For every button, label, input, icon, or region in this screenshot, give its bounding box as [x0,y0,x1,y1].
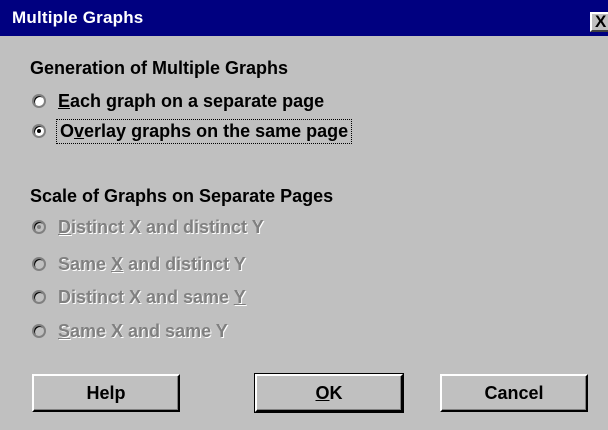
label-text-pre: Same [58,253,112,274]
scale-section-label: Scale of Graphs on Separate Pages [30,186,334,206]
radio-label-overlay-graphs: Overlay graphs on the same page [55,118,353,144]
radio-button-disabled-icon[interactable] [32,324,46,338]
label-text: erlay graphs on the same page [84,120,349,141]
label-text: ach graph on a separate page [70,90,325,111]
radio-each-graph-separate-page[interactable]: Each graph on a separate page [32,88,324,114]
hotkey-letter: Y [233,286,246,307]
radio-button-disabled-icon[interactable] [32,257,46,271]
hotkey-letter: S [58,320,71,341]
label-text-pre: O [60,120,75,141]
radio-label-same-x-same-y: Same X and same Y [58,321,228,342]
label-text: ame X and same Y [70,320,228,341]
multiple-graphs-dialog: Multiple Graphs X Generation of Multiple… [0,0,608,430]
label-text: and distinct Y [123,253,246,274]
hotkey-letter: E [58,90,71,111]
radio-distinct-x-distinct-y[interactable]: Distinct X and distinct Y [32,214,264,240]
close-glyph: X [595,12,607,31]
radio-label-distinct-x-same-y: Distinct X and same Y [58,287,246,308]
label-text: K [329,382,343,403]
radio-same-x-distinct-y[interactable]: Same X and distinct Y [32,251,246,277]
radio-label-same-x-distinct-y: Same X and distinct Y [58,254,246,275]
title-bar[interactable]: Multiple Graphs X [0,0,608,36]
radio-same-x-same-y[interactable]: Same X and same Y [32,318,228,344]
close-icon[interactable]: X [590,12,608,32]
radio-label-each-graph: Each graph on a separate page [58,91,324,112]
cancel-button[interactable]: Cancel [440,374,588,412]
hotkey-letter: v [74,120,85,141]
hotkey-letter: D [58,216,71,237]
ok-button-label: OK [315,383,342,404]
radio-button-selected-icon[interactable] [32,124,46,138]
radio-overlay-graphs-same-page[interactable]: Overlay graphs on the same page [32,118,353,144]
radio-distinct-x-same-y[interactable]: Distinct X and same Y [32,284,246,310]
dialog-title: Multiple Graphs [12,8,144,27]
help-button[interactable]: Help [32,374,180,412]
radio-button-selected-disabled-icon[interactable] [32,220,46,234]
cancel-button-label: Cancel [484,382,544,403]
radio-button-disabled-icon[interactable] [32,290,46,304]
label-text-pre: Distinct X and same [58,286,234,307]
radio-label-distinct-x-distinct-y: Distinct X and distinct Y [58,217,264,238]
ok-button[interactable]: OK [254,373,404,413]
help-button-label: Help [86,382,126,403]
hotkey-letter: O [315,382,330,403]
label-text: istinct X and distinct Y [71,216,264,237]
hotkey-letter: X [111,253,124,274]
radio-button-icon[interactable] [32,94,46,108]
generation-section-label: Generation of Multiple Graphs [30,58,289,78]
